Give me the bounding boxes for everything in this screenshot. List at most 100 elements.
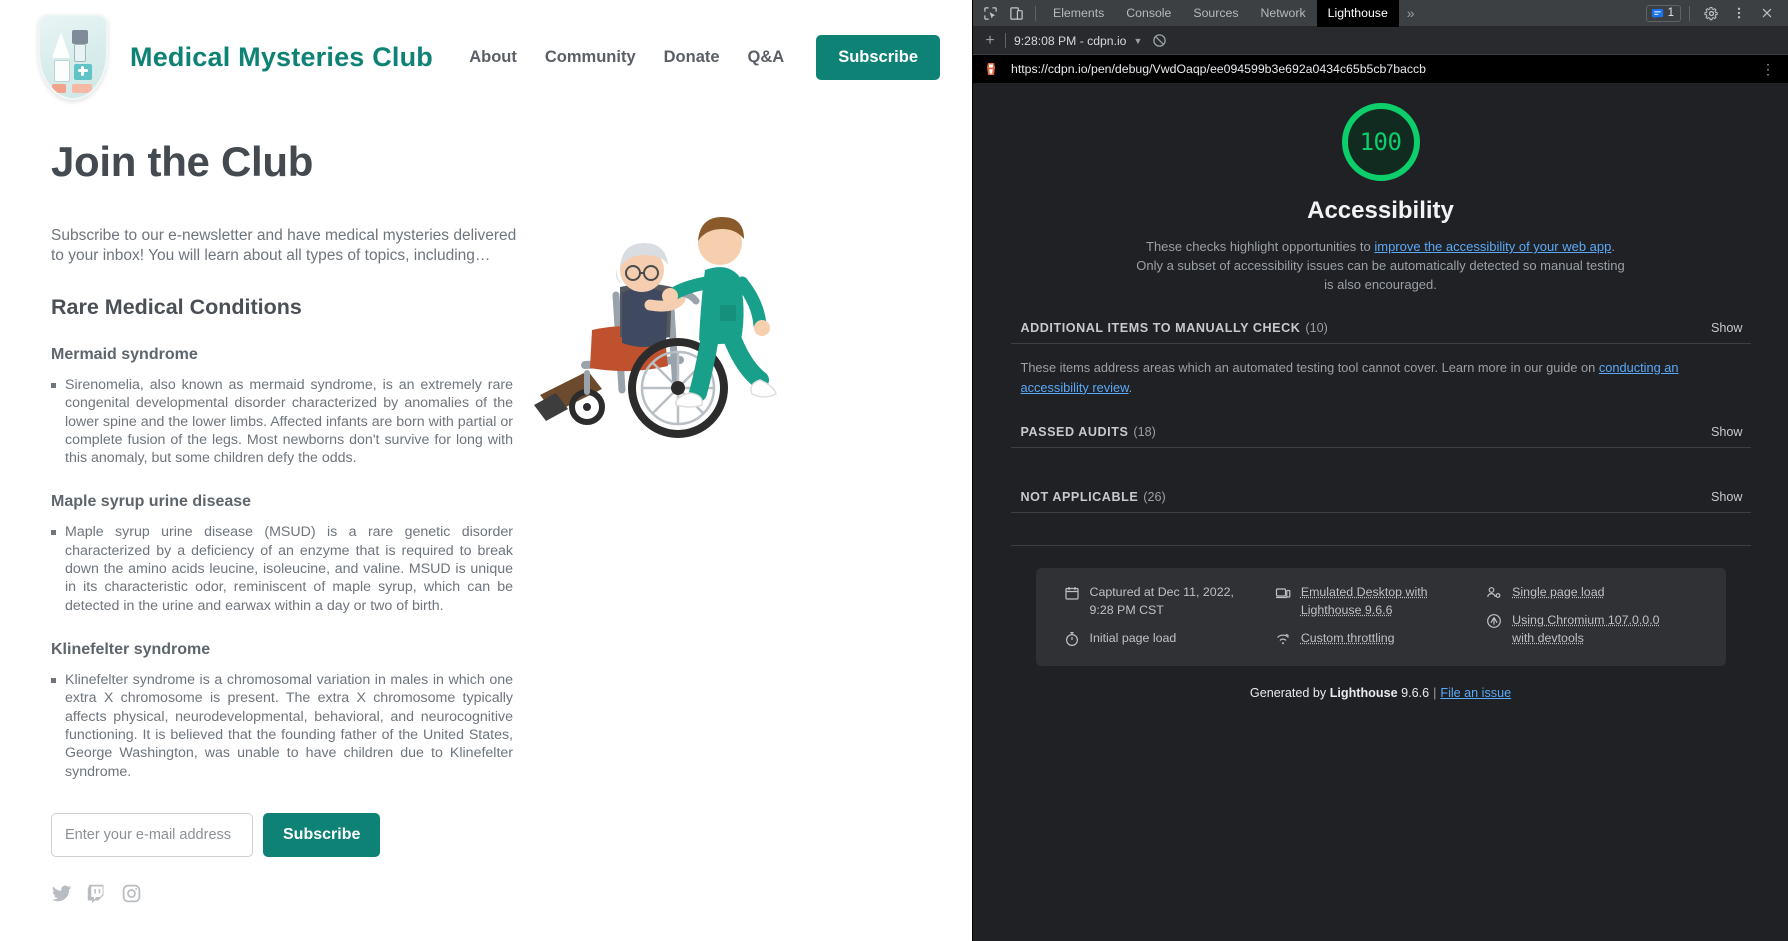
group-show-toggle[interactable]: Show — [1711, 425, 1751, 439]
gear-icon[interactable] — [1698, 1, 1724, 26]
tab-network[interactable]: Network — [1250, 0, 1317, 27]
report-url-bar: https://cdpn.io/pen/debug/VwdOaqp/ee0945… — [973, 55, 1788, 83]
metadata-link[interactable]: Emulated Desktop with Lighthouse 9.6.6 — [1301, 584, 1466, 620]
group-header[interactable]: Not applicable (26) Show — [1011, 480, 1751, 512]
devtools-panel: Elements Console Sources Network Lightho… — [972, 0, 1788, 941]
metadata-text: Initial page load — [1090, 630, 1177, 648]
report-url[interactable]: https://cdpn.io/pen/debug/VwdOaqp/ee0945… — [1011, 62, 1426, 76]
lighthouse-report: 100 Accessibility These checks highlight… — [973, 83, 1788, 941]
group-title: Passed audits — [1021, 425, 1129, 439]
header-subscribe-button[interactable]: Subscribe — [816, 35, 940, 80]
website-pane: Medical Mysteries Club About Community D… — [0, 0, 972, 941]
metadata-column-2: Emulated Desktop with Lighthouse 9.6.6 C… — [1275, 584, 1486, 648]
group-body-post: . — [1129, 380, 1133, 395]
toolbar-divider-2 — [1689, 6, 1690, 21]
close-icon[interactable] — [1754, 1, 1780, 26]
group-show-toggle[interactable]: Show — [1711, 490, 1751, 504]
more-options-icon[interactable] — [1726, 1, 1752, 26]
nav-item-qa[interactable]: Q&A — [748, 48, 785, 67]
newsletter-form: Subscribe — [51, 813, 934, 857]
group-count: (26) — [1143, 490, 1165, 504]
metadata-link[interactable]: Single page load — [1512, 584, 1604, 602]
run-selector-label[interactable]: 9:28:08 PM - cdpn.io — [1014, 34, 1126, 48]
file-an-issue-link[interactable]: File an issue — [1440, 686, 1511, 700]
group-title: Additional items to manually check — [1021, 321, 1301, 335]
metadata-captured-at: Captured at Dec 11, 2022, 9:28 PM CST — [1064, 584, 1275, 620]
metadata-chromium: Using Chromium 107.0.0.0 with devtools — [1486, 612, 1697, 648]
tab-elements[interactable]: Elements — [1042, 0, 1115, 27]
email-field[interactable] — [51, 813, 253, 857]
report-footer: Generated by Lighthouse 9.6.6|File an is… — [973, 686, 1788, 700]
nav-item-community[interactable]: Community — [545, 48, 636, 67]
metadata-column-3: Single page load Using Chromium 107.0.0.… — [1486, 584, 1697, 648]
category-title: Accessibility — [1307, 197, 1454, 225]
devtools-toolbar: Elements Console Sources Network Lightho… — [973, 0, 1788, 27]
social-links — [51, 883, 934, 904]
instagram-icon[interactable] — [121, 883, 142, 904]
list-item: Sirenomelia, also known as mermaid syndr… — [51, 376, 513, 468]
group-header[interactable]: Additional items to manually check (10) … — [1011, 311, 1751, 343]
nav-item-donate[interactable]: Donate — [664, 48, 720, 67]
inspect-element-icon[interactable] — [977, 1, 1003, 26]
metadata-emulation: Emulated Desktop with Lighthouse 9.6.6 — [1275, 584, 1486, 620]
group-description: These items address areas which an autom… — [1011, 344, 1751, 416]
issues-badge[interactable]: 1 — [1646, 5, 1681, 22]
metadata-link[interactable]: Custom throttling — [1301, 630, 1395, 648]
group-body-pre: These items address areas which an autom… — [1021, 360, 1599, 375]
nurse-pushing-wheelchair-illustration — [530, 175, 830, 455]
list-item: Klinefelter syndrome is a chromosomal va… — [51, 671, 513, 781]
group-title: Not applicable — [1021, 490, 1139, 504]
condition-list-2: Maple syrup urine disease (MSUD) is a ra… — [51, 523, 934, 615]
issues-message-icon — [1651, 7, 1664, 20]
stopwatch-icon — [1064, 631, 1080, 647]
form-subscribe-button[interactable]: Subscribe — [263, 813, 380, 857]
condition-heading-2: Maple syrup urine disease — [51, 493, 934, 511]
category-description: These checks highlight opportunities to … — [1136, 237, 1626, 295]
condition-list-3: Klinefelter syndrome is a chromosomal va… — [51, 671, 934, 781]
group-spacer — [1011, 448, 1751, 480]
shield-lab-icon — [38, 14, 108, 100]
group-show-toggle[interactable]: Show — [1711, 321, 1751, 335]
list-item: Maple syrup urine disease (MSUD) is a ra… — [51, 523, 513, 615]
metadata-link[interactable]: Using Chromium 107.0.0.0 with devtools — [1512, 612, 1677, 648]
footer-separator: | — [1433, 686, 1436, 700]
subbar-divider — [1005, 33, 1006, 48]
group-manual-check: Additional items to manually check (10) … — [1011, 311, 1751, 416]
clear-all-icon[interactable] — [1152, 31, 1172, 51]
screen-root: Medical Mysteries Club About Community D… — [0, 0, 1788, 941]
tabs-overflow-icon[interactable]: » — [1399, 5, 1423, 21]
group-passed-audits: Passed audits (18) Show — [1011, 415, 1751, 480]
plus-icon[interactable]: + — [979, 30, 1001, 52]
generated-pre: Generated by — [1250, 686, 1330, 700]
issues-count: 1 — [1668, 7, 1674, 19]
group-count: (18) — [1133, 425, 1155, 439]
more-options-icon[interactable]: ⋮ — [1756, 61, 1780, 78]
toolbar-right-actions: 1 — [1646, 1, 1784, 26]
desktop-icon — [1275, 585, 1291, 601]
twitch-icon[interactable] — [86, 883, 107, 904]
tab-lighthouse[interactable]: Lighthouse — [1317, 0, 1399, 27]
device-toolbar-icon[interactable] — [1003, 1, 1029, 26]
group-not-applicable: Not applicable (26) Show — [1011, 480, 1751, 546]
improve-accessibility-link[interactable]: improve the accessibility of your web ap… — [1374, 239, 1611, 254]
tab-console[interactable]: Console — [1115, 0, 1182, 27]
generated-version: 9.6.6 — [1398, 686, 1430, 700]
condition-heading-3: Klinefelter syndrome — [51, 641, 934, 659]
description-pre: These checks highlight opportunities to — [1146, 239, 1374, 254]
calendar-icon — [1064, 585, 1080, 601]
tab-sources[interactable]: Sources — [1182, 0, 1249, 27]
metadata-throttling: Custom throttling — [1275, 630, 1486, 648]
group-count: (10) — [1305, 321, 1327, 335]
toolbar-divider — [1035, 6, 1036, 21]
group-header[interactable]: Passed audits (18) Show — [1011, 415, 1751, 447]
metadata-column-1: Captured at Dec 11, 2022, 9:28 PM CST In… — [1064, 584, 1275, 648]
divider — [1011, 545, 1751, 546]
metadata-text: Captured at Dec 11, 2022, 9:28 PM CST — [1090, 584, 1255, 620]
twitter-icon[interactable] — [51, 883, 72, 904]
single-page-icon — [1486, 585, 1502, 601]
group-spacer — [1011, 513, 1751, 545]
nav-item-about[interactable]: About — [469, 48, 517, 67]
accessibility-score-gauge: 100 — [1342, 103, 1420, 181]
throttling-icon — [1275, 631, 1291, 647]
chevron-down-icon[interactable]: ▼ — [1133, 36, 1142, 46]
